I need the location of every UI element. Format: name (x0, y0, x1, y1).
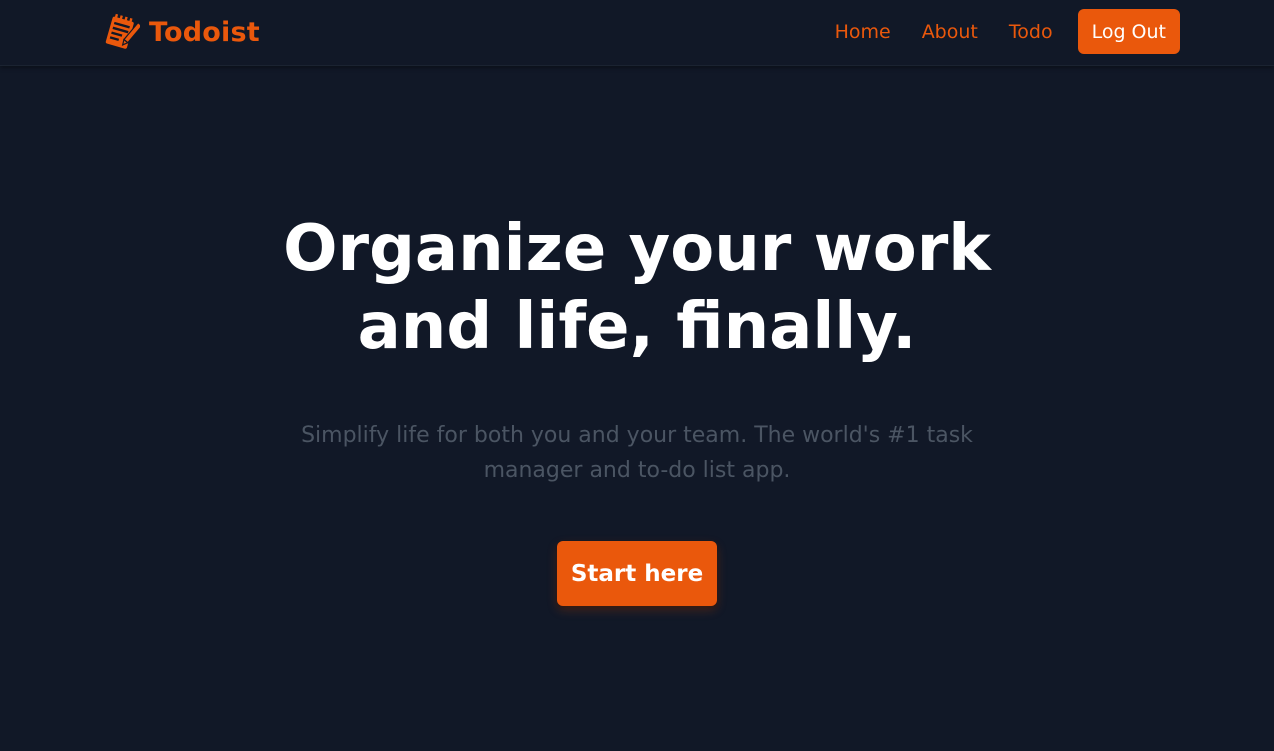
logout-button[interactable]: Log Out (1077, 9, 1180, 54)
navbar: Todoist Home About Todo Log Out (0, 0, 1274, 66)
nav-links: Home About Todo Log Out (835, 9, 1180, 54)
brand-logo-link[interactable]: Todoist (102, 12, 260, 52)
nav-link-about[interactable]: About (922, 21, 978, 43)
start-here-button[interactable]: Start here (557, 541, 717, 606)
hero-title: Organize your work and life, finally. (283, 212, 991, 364)
nav-link-todo[interactable]: Todo (1009, 21, 1053, 43)
notepad-pencil-icon (102, 13, 140, 51)
hero-subtitle: Simplify life for both you and your team… (301, 423, 973, 483)
hero-section: Organize your work and life, finally. Si… (0, 210, 1274, 606)
brand-name: Todoist (149, 16, 260, 48)
nav-link-home[interactable]: Home (835, 21, 891, 43)
